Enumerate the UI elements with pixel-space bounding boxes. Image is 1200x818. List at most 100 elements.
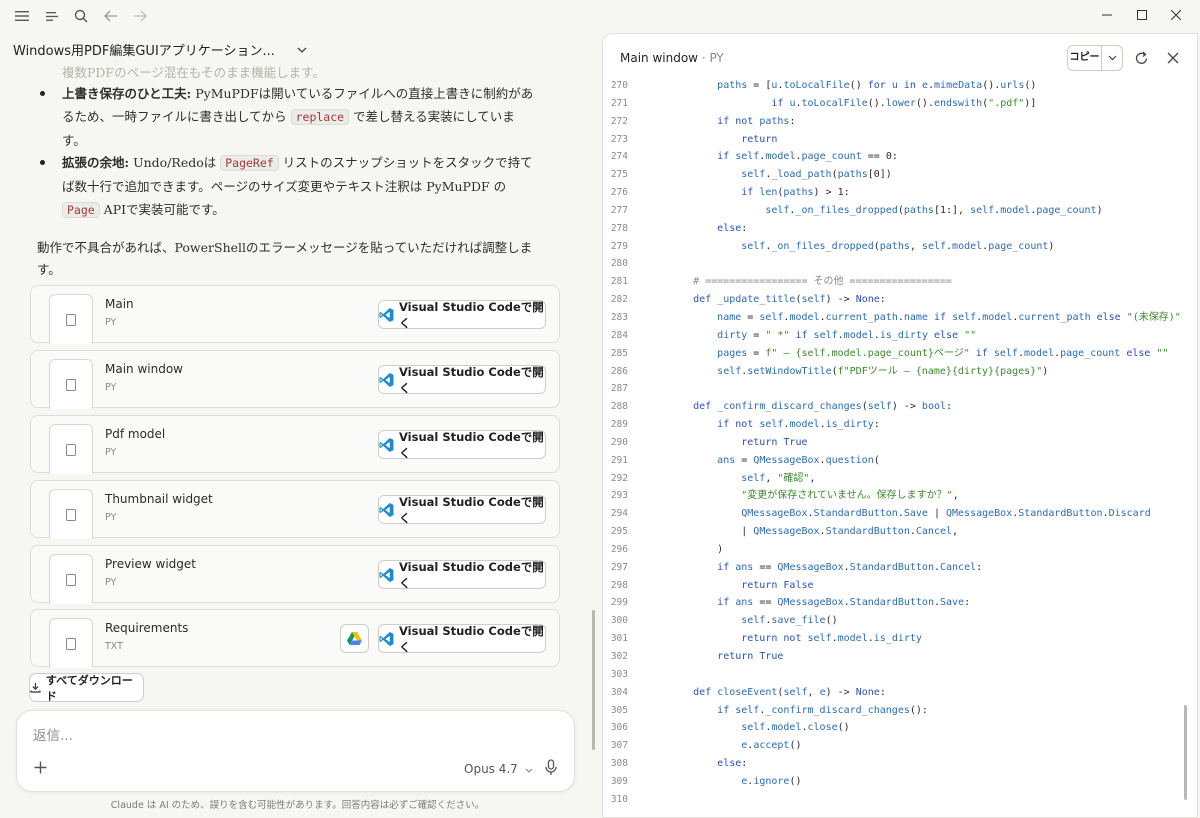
- line-number: 286: [610, 365, 628, 377]
- line-number: 304: [610, 686, 628, 698]
- bullet-item-overwrite: 上書き保存のひと工夫: PyMuPDFは開いているファイルへの直接上書きに制約が…: [40, 82, 537, 152]
- file-card[interactable]: Main window PY Visual Studio Codeで開く: [30, 350, 560, 409]
- download-icon: [30, 683, 41, 693]
- copy-options-dropdown[interactable]: [1102, 53, 1122, 64]
- file-thumbnail: [49, 489, 93, 539]
- file-thumbnail: [49, 424, 93, 474]
- bullet-text: APIで実装可能です。: [99, 202, 225, 217]
- code-text: if not self.model.is_dirty:: [717, 419, 880, 431]
- hamburger-menu-icon[interactable]: [12, 6, 32, 26]
- code-line: 274 if self.model.page_count == 0:: [603, 148, 1193, 166]
- plus-icon[interactable]: [34, 758, 47, 779]
- code-line: 277 self._on_files_dropped(paths[1:], se…: [603, 202, 1193, 220]
- vscode-icon: [379, 567, 394, 582]
- code-line: 285 pages = f" — {self.model.page_count}…: [603, 345, 1193, 363]
- line-number: 292: [610, 472, 628, 484]
- model-selector[interactable]: Opus 4.7: [464, 762, 533, 776]
- file-thumbnail: [49, 554, 93, 604]
- inline-code: replace: [290, 109, 350, 125]
- download-all-button[interactable]: すべてダウンロード: [29, 673, 144, 703]
- code-line: 281 # ================= その他 ============…: [603, 273, 1193, 291]
- code-scrollbar[interactable]: [1184, 705, 1187, 800]
- code-line: 282 def _update_title(self) -> None:: [603, 291, 1193, 309]
- file-extension: PY: [105, 317, 117, 328]
- code-text: dirty = " *" if self.model.is_dirty else…: [717, 329, 977, 341]
- bullet-heading: 上書き保存のひと工夫:: [62, 86, 192, 101]
- open-in-vscode-label: Visual Studio Codeで開く: [398, 364, 544, 395]
- file-card[interactable]: Pdf model PY Visual Studio Codeで開く: [30, 415, 560, 474]
- code-text: def _update_title(self) -> None:: [693, 294, 886, 306]
- code-line: 295 | QMessageBox.StandardButton.Cancel,: [603, 523, 1193, 541]
- code-text: | QMessageBox.StandardButton.Cancel,: [669, 526, 959, 538]
- document-icon: [66, 313, 76, 326]
- line-number: 276: [610, 187, 628, 199]
- line-number: 272: [610, 115, 628, 127]
- open-in-vscode-button[interactable]: Visual Studio Codeで開く: [378, 300, 546, 330]
- conversation-title[interactable]: Windows用PDF編集GUIアプリケーション...: [13, 40, 307, 59]
- file-thumbnail: [49, 618, 93, 668]
- refresh-icon[interactable]: [1130, 47, 1152, 69]
- line-number: 274: [610, 151, 628, 163]
- code-text: ): [669, 543, 724, 555]
- line-number: 278: [610, 222, 628, 234]
- code-text: self._on_files_dropped(paths, self.model…: [741, 240, 1055, 252]
- open-in-vscode-label: Visual Studio Codeで開く: [398, 623, 544, 654]
- close-window-button[interactable]: [1156, 4, 1196, 26]
- document-icon: [66, 378, 76, 391]
- google-drive-button[interactable]: [340, 624, 369, 653]
- sidebar-toggle-icon[interactable]: [42, 6, 62, 26]
- open-in-vscode-button[interactable]: Visual Studio Codeで開く: [378, 430, 546, 460]
- reply-composer: Opus 4.7: [16, 710, 575, 792]
- line-number: 296: [610, 543, 628, 555]
- file-card[interactable]: Main PY Visual Studio Codeで開く: [30, 285, 560, 344]
- artifact-title-text: Main window: [620, 51, 698, 65]
- code-view[interactable]: 270 paths = [u.toLocalFile() for u in e.…: [603, 77, 1193, 817]
- open-in-vscode-button[interactable]: Visual Studio Codeで開く: [378, 623, 546, 654]
- open-in-vscode-button[interactable]: Visual Studio Codeで開く: [378, 364, 546, 395]
- code-text: else:: [717, 222, 748, 234]
- chevron-down-icon: [297, 43, 307, 56]
- file-card[interactable]: Requirements TXT Visual Studio Codeで開く: [30, 609, 560, 668]
- file-thumbnail: [49, 359, 93, 409]
- code-text: def _confirm_discard_changes(self) -> bo…: [693, 401, 953, 413]
- chat-scrollbar[interactable]: [592, 610, 595, 750]
- inline-code: PageRef: [220, 155, 279, 171]
- open-in-vscode-button[interactable]: Visual Studio Codeで開く: [378, 495, 546, 525]
- inline-code: Page: [62, 202, 100, 218]
- code-text: return: [741, 133, 778, 145]
- code-line: 279 self._on_files_dropped(paths, self.m…: [603, 238, 1193, 256]
- file-name: Main window: [105, 362, 183, 376]
- file-name: Thumbnail widget: [105, 492, 213, 506]
- code-text: if len(paths) > 1:: [741, 187, 850, 199]
- file-name: Preview widget: [105, 557, 196, 571]
- model-name: Opus 4.7: [464, 762, 518, 776]
- code-text: self.model.close(): [741, 722, 850, 734]
- code-text: self._load_path(paths[0]): [741, 169, 892, 181]
- search-icon[interactable]: [71, 6, 91, 26]
- open-in-vscode-button[interactable]: Visual Studio Codeで開く: [378, 560, 546, 590]
- code-line: 305 if self._confirm_discard_changes():: [603, 702, 1193, 720]
- code-line: 303: [603, 666, 1193, 684]
- file-extension: PY: [105, 447, 117, 458]
- back-arrow-icon[interactable]: [101, 6, 121, 26]
- copy-button[interactable]: コピー: [1067, 45, 1123, 71]
- forward-arrow-icon[interactable]: [130, 6, 150, 26]
- code-line: 271 if u.toLocalFile().lower().endswith(…: [603, 95, 1193, 113]
- microphone-icon[interactable]: [544, 759, 558, 777]
- close-icon[interactable]: [1162, 47, 1184, 69]
- file-name: Requirements: [105, 621, 189, 635]
- file-card[interactable]: Thumbnail widget PY Visual Studio Codeで開…: [30, 480, 560, 539]
- document-icon: [66, 508, 76, 521]
- code-text: self.setWindowTitle(f"PDFツール — {name}{di…: [717, 365, 1049, 377]
- code-text: self, "確認",: [741, 472, 816, 484]
- minimize-button[interactable]: [1087, 4, 1127, 26]
- download-all-label: すべてダウンロード: [45, 673, 133, 703]
- vscode-icon: [379, 372, 394, 387]
- code-text: name = self.model.current_path.name if s…: [717, 311, 1181, 323]
- file-card[interactable]: Preview widget PY Visual Studio Codeで開く: [30, 545, 560, 604]
- code-text: e.accept(): [741, 740, 802, 752]
- reply-input[interactable]: [33, 724, 533, 748]
- line-number: 305: [610, 704, 628, 716]
- line-number: 303: [610, 668, 628, 680]
- code-text: return False: [741, 579, 814, 591]
